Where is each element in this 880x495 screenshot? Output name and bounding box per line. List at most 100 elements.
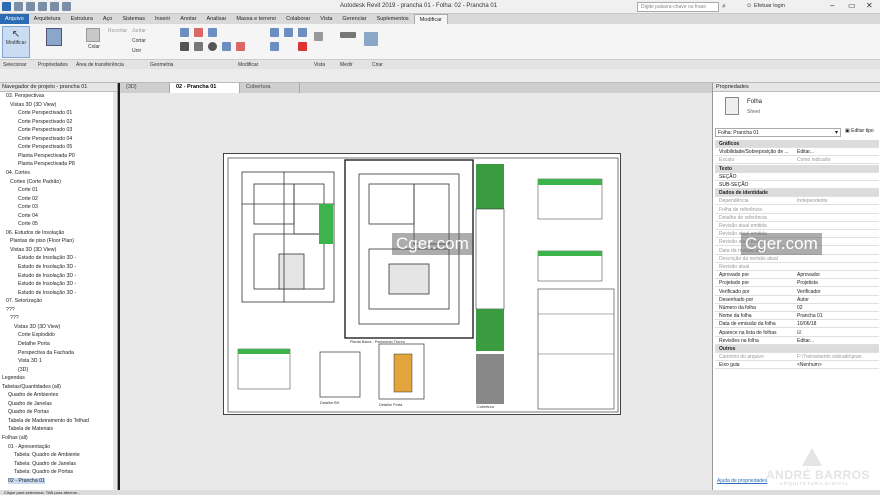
tree-item[interactable]: Planta Perspectivada P8 (18, 161, 75, 167)
paste-icon[interactable] (86, 28, 100, 42)
tree-item[interactable]: Tabela: Quadro de Portas (14, 469, 73, 475)
undo-icon[interactable] (38, 2, 47, 11)
minimize-icon[interactable]: – (830, 1, 834, 10)
tree-item[interactable]: Corte Explodido (18, 332, 55, 338)
tree-item[interactable]: Tabela de Madeiramento do Telhad (8, 418, 89, 424)
tree-item[interactable]: Corte Perspectivado 04 (18, 136, 72, 142)
array-icon[interactable] (270, 28, 279, 37)
tree-item[interactable]: Estudo de Insolação 3D - (18, 290, 76, 296)
tree-item[interactable]: Estudo de Insolação 3D - (18, 255, 76, 261)
property-value[interactable]: F:\Treinamento sobrado\pran (797, 354, 862, 360)
tree-item[interactable]: Corte 02 (18, 196, 38, 202)
scale-icon[interactable] (284, 28, 293, 37)
tab-arquivo[interactable]: Arquivo (0, 14, 29, 24)
property-row[interactable]: Descrição da revisão atual (715, 255, 879, 263)
tree-item[interactable]: Vistas 3D (3D View) (14, 324, 60, 330)
tree-item[interactable]: Corte 03 (18, 204, 38, 210)
maximize-icon[interactable]: ▭ (848, 1, 856, 10)
rotate-icon[interactable] (208, 42, 217, 51)
property-row[interactable]: Detalhe de referência (715, 214, 879, 222)
tab-suplementos[interactable]: Suplementos (372, 14, 414, 24)
property-value[interactable]: Verificador (797, 289, 821, 295)
tab-gerenciar[interactable]: Gerenciar (337, 14, 371, 24)
property-row[interactable]: Aparece na lista de folhas ☑ (715, 329, 879, 337)
redo-icon[interactable] (50, 2, 59, 11)
property-value[interactable]: Projetista (797, 280, 818, 286)
modify-button[interactable]: ↖ Modificar (2, 26, 30, 58)
unpin-icon[interactable] (270, 42, 279, 51)
search-input[interactable]: Digite palavra-chave ou frase (637, 2, 719, 12)
property-row[interactable]: Folha de referência (715, 206, 879, 214)
property-value[interactable]: ☑ (797, 330, 801, 336)
tree-item[interactable]: Estudo de Insolação 3D - (18, 264, 76, 270)
tree-item[interactable]: Quadro de Portas (8, 409, 49, 415)
measure-icon[interactable] (340, 32, 356, 38)
browser-scrollbar[interactable] (113, 92, 117, 490)
properties-help-link[interactable]: Ajuda de propriedades (717, 478, 767, 484)
tree-item[interactable]: Corte Perspectivado 01 (18, 110, 72, 116)
tree-item[interactable]: Tabela: Quadro de Janelas (14, 461, 76, 467)
property-row[interactable]: SEÇÃO (715, 173, 879, 181)
tab-estrutura[interactable]: Estrutura (66, 14, 98, 24)
property-row[interactable]: SUB-SEÇÃO (715, 181, 879, 189)
tree-item[interactable]: Planta Perspectivada P0 (18, 153, 75, 159)
tree-item[interactable]: Corte 05 (18, 221, 38, 227)
tree-item[interactable]: Tabela: Quadro de Ambiente (14, 452, 80, 458)
tree-item[interactable]: Vistas 3D (3D View) (10, 247, 56, 253)
tree-item[interactable]: Legendas (2, 375, 25, 381)
property-row[interactable]: Projetado por Projetista (715, 279, 879, 288)
tree-item[interactable]: Tabela de Materiais (8, 426, 53, 432)
property-value[interactable]: Como indicado (797, 157, 830, 163)
mirror-icon[interactable] (208, 28, 217, 37)
tree-item[interactable]: Corte 04 (18, 213, 38, 219)
properties-icon[interactable] (46, 28, 62, 46)
user-icon[interactable]: ☺ (746, 3, 752, 9)
property-value[interactable]: 10/06/18 (797, 321, 816, 327)
tree-item[interactable]: Tabelas/Quantidades (all) (2, 384, 61, 390)
save-icon[interactable] (26, 2, 35, 11)
instance-selector[interactable]: Folha: Prancha 01 ▾ (715, 128, 841, 137)
login-link[interactable]: Efetuar login (754, 3, 785, 9)
tab-vista[interactable]: Vista (315, 14, 337, 24)
tree-item[interactable]: Perspectiva da Fachada (18, 350, 74, 356)
property-row[interactable]: Data de emissão da folha 10/06/18 (715, 320, 879, 329)
quick-access-toolbar[interactable] (2, 2, 71, 11)
cope-button[interactable]: Cortar (132, 38, 146, 44)
property-value[interactable]: Prancha 01 (797, 313, 823, 319)
delete-icon[interactable] (298, 42, 307, 51)
property-row[interactable]: Visibilidade/Sobreposição de ... Editar..… (715, 148, 879, 157)
sheet[interactable]: Planta Baixa - Pavimento Térreo Detalhe … (223, 153, 621, 415)
print-icon[interactable] (62, 2, 71, 11)
drawing-canvas[interactable]: Planta Baixa - Pavimento Térreo Detalhe … (120, 93, 712, 490)
pin-icon[interactable] (298, 28, 307, 37)
tab-colaborar[interactable]: Colaborar (281, 14, 315, 24)
tab-view-3d[interactable]: {3D} (120, 83, 170, 93)
tree-item[interactable]: Vistas 3D (3D View) (10, 102, 56, 108)
tree-item[interactable]: Quadro de Janelas (8, 401, 52, 407)
property-row[interactable]: Nome da folha Prancha 01 (715, 312, 879, 321)
tab-modificar[interactable]: Modificar (413, 14, 448, 24)
property-value[interactable]: Aprovador (797, 272, 820, 278)
tree-item[interactable]: 01 - Apresentação (8, 444, 50, 450)
split-icon[interactable] (236, 42, 245, 51)
tree-item[interactable]: {3D} (18, 367, 28, 373)
copy-icon[interactable] (194, 42, 203, 51)
tree-item[interactable]: 06. Estudos de Insolação (6, 230, 64, 236)
revit-logo-icon[interactable] (2, 2, 11, 11)
edit-type-button[interactable]: ▣ Editar tipo (845, 128, 874, 134)
property-value[interactable]: Autor (797, 297, 809, 303)
tree-item[interactable]: Corte Perspectivado 02 (18, 119, 72, 125)
tree-item[interactable]: Detalhe Porta (18, 341, 50, 347)
property-row[interactable]: Número da folha 02 (715, 304, 879, 312)
tree-item[interactable]: Cortes (Corte Padrão) (10, 179, 61, 185)
tree-item[interactable]: 03. Perspectivas (6, 93, 44, 99)
cut-button[interactable]: Recortar (108, 28, 127, 34)
property-row[interactable]: Dependência Independente (715, 197, 879, 206)
view-icon[interactable] (314, 32, 323, 41)
panel-select[interactable]: Selecionar (3, 62, 27, 68)
tree-item[interactable]: Plantas de piso (Floor Plan) (10, 238, 74, 244)
tree-item[interactable]: 04. Cortes (6, 170, 30, 176)
create-icon[interactable] (364, 32, 378, 46)
tab-view-sheet[interactable]: 02 - Prancha 01 (170, 83, 240, 93)
tree-item[interactable]: Estudo de Insolação 3D - (18, 273, 76, 279)
